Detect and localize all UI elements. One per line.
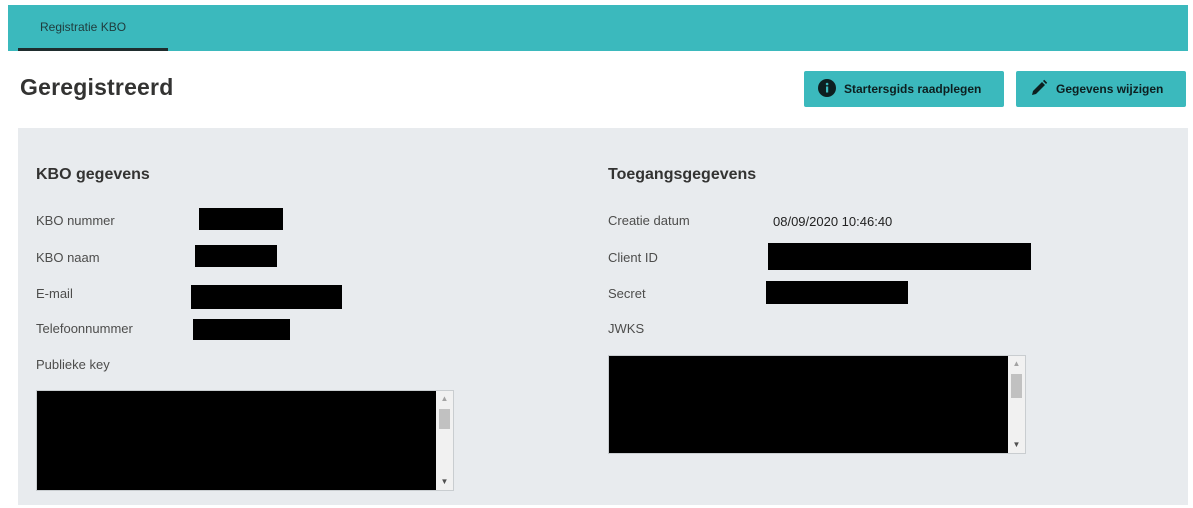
top-navigation-bar: Registratie KBO <box>8 5 1188 51</box>
scroll-up-arrow-icon[interactable]: ▲ <box>436 391 453 407</box>
scroll-down-arrow-icon[interactable]: ▼ <box>436 474 453 490</box>
kbo-number-label: KBO nummer <box>36 213 115 228</box>
creation-date-value: 08/09/2020 10:46:40 <box>773 214 893 229</box>
public-key-textarea[interactable]: ▲ ▼ <box>36 390 454 491</box>
kbo-name-label: KBO naam <box>36 250 100 265</box>
scroll-thumb[interactable] <box>1011 374 1022 398</box>
jwks-label: JWKS <box>608 321 645 336</box>
kbo-number-value-redacted <box>199 208 283 230</box>
startersgids-button[interactable]: Startersgids raadplegen <box>804 71 1004 107</box>
scroll-thumb[interactable] <box>439 409 450 429</box>
page-title: Geregistreerd <box>20 74 174 100</box>
email-value-redacted <box>191 285 342 309</box>
edit-details-button-label: Gegevens wijzigen <box>1056 82 1164 96</box>
secret-value-redacted <box>766 281 908 304</box>
kbo-name-value-redacted <box>195 245 277 267</box>
creation-date-label: Creatie datum <box>608 213 690 228</box>
email-label: E-mail <box>36 286 73 301</box>
client-id-label: Client ID <box>608 250 658 265</box>
pencil-icon <box>1030 79 1048 100</box>
public-key-label: Publieke key <box>36 357 110 372</box>
phone-value-redacted <box>193 319 290 340</box>
public-key-scrollbar[interactable]: ▲ ▼ <box>436 391 453 490</box>
info-circle-icon <box>818 78 836 100</box>
startersgids-button-label: Startersgids raadplegen <box>844 82 982 96</box>
secret-label: Secret <box>608 286 646 301</box>
jwks-textarea[interactable]: ▲ ▼ <box>608 355 1026 454</box>
tab-registratie-kbo[interactable]: Registratie KBO <box>18 5 168 51</box>
kbo-section-title: KBO gegevens <box>36 166 150 183</box>
jwks-scrollbar[interactable]: ▲ ▼ <box>1008 356 1025 453</box>
edit-details-button[interactable]: Gegevens wijzigen <box>1016 71 1186 107</box>
scroll-down-arrow-icon[interactable]: ▼ <box>1008 437 1025 453</box>
details-panel: KBO gegevens KBO nummer KBO naam E-mail … <box>18 128 1188 505</box>
client-id-value-redacted <box>768 243 1031 270</box>
phone-label: Telefoonnummer <box>36 321 133 336</box>
scroll-up-arrow-icon[interactable]: ▲ <box>1008 356 1025 372</box>
access-section-title: Toegangsgegevens <box>608 166 757 183</box>
